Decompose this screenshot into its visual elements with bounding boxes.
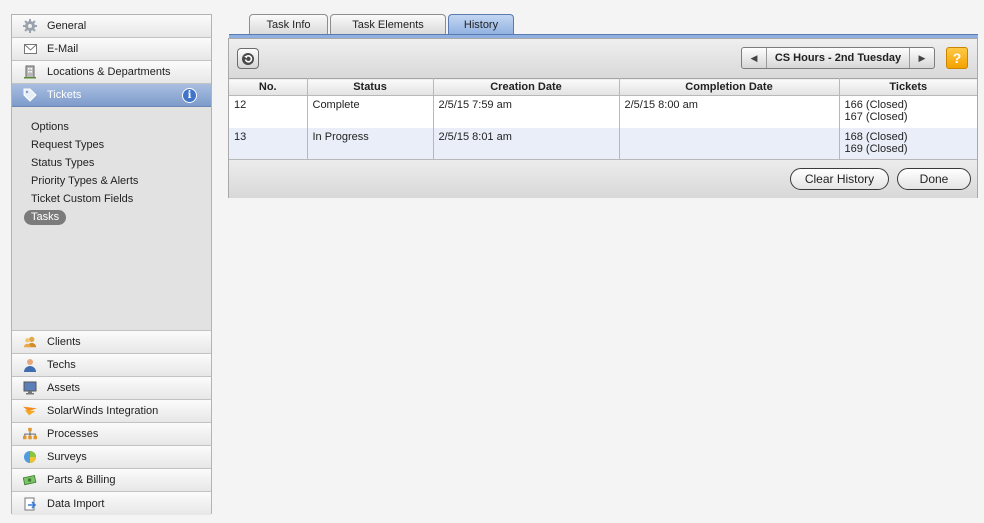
back-button[interactable] bbox=[237, 48, 259, 69]
panel-toolbar: ◀ CS Hours - 2nd Tuesday ▶ ? bbox=[229, 39, 977, 78]
cell-no: 12 bbox=[229, 95, 308, 128]
cell-status: In Progress bbox=[306, 127, 434, 160]
clients-icon bbox=[23, 335, 37, 349]
sidebar-item-label: E-Mail bbox=[47, 43, 79, 55]
cell-no: 13 bbox=[229, 127, 308, 160]
envelope-icon bbox=[23, 42, 37, 56]
help-button[interactable]: ? bbox=[946, 47, 968, 69]
next-task-button[interactable]: ▶ bbox=[909, 48, 934, 68]
history-table: No. Status Creation Date Completion Date… bbox=[229, 78, 977, 160]
sidebar-item-assets[interactable]: Assets bbox=[12, 377, 211, 400]
subnav-item-tasks[interactable]: Tasks bbox=[12, 208, 211, 226]
column-header-completion-date[interactable]: Completion Date bbox=[618, 78, 840, 96]
subnav-item-request-types[interactable]: Request Types bbox=[12, 136, 211, 154]
tickets-subnav: Options Request Types Status Types Prior… bbox=[12, 107, 211, 331]
sidebar-item-label: Surveys bbox=[47, 451, 87, 463]
org-chart-icon bbox=[23, 427, 37, 441]
sidebar-item-clients[interactable]: Clients bbox=[12, 331, 211, 354]
sidebar-item-label: Processes bbox=[47, 428, 99, 440]
clear-history-button[interactable]: Clear History bbox=[790, 168, 889, 190]
info-icon[interactable]: i bbox=[182, 88, 197, 103]
sidebar: General E-Mail Locations & Departments T… bbox=[11, 14, 212, 515]
sidebar-item-label: Parts & Billing bbox=[47, 474, 116, 486]
sidebar-item-label: Tickets bbox=[47, 89, 82, 101]
sidebar-item-data-import[interactable]: Data Import bbox=[12, 492, 211, 515]
tag-icon bbox=[23, 88, 37, 102]
sidebar-item-label: Data Import bbox=[47, 497, 105, 510]
sidebar-item-locations[interactable]: Locations & Departments bbox=[12, 61, 211, 84]
monitor-icon bbox=[23, 381, 37, 395]
panel-footer: Clear History Done bbox=[229, 160, 977, 198]
sidebar-item-label: Clients bbox=[47, 336, 81, 348]
task-navigator: ◀ CS Hours - 2nd Tuesday ▶ bbox=[741, 47, 935, 69]
sidebar-item-solarwinds[interactable]: SolarWinds Integration bbox=[12, 400, 211, 423]
building-icon bbox=[23, 65, 37, 79]
cell-tickets: 168 (Closed) 169 (Closed) bbox=[838, 127, 977, 160]
import-icon bbox=[23, 497, 37, 511]
tab-history[interactable]: History bbox=[448, 14, 514, 35]
table-row[interactable]: 13 In Progress 2/5/15 8:01 am 168 (Close… bbox=[229, 127, 977, 160]
gear-icon bbox=[23, 19, 37, 33]
column-header-status[interactable]: Status bbox=[306, 78, 434, 96]
ticket-link[interactable]: 168 (Closed) bbox=[845, 131, 973, 143]
sidebar-item-label: Assets bbox=[47, 382, 81, 394]
money-icon bbox=[23, 473, 37, 487]
history-panel: ◀ CS Hours - 2nd Tuesday ▶ ? No. Status … bbox=[228, 38, 978, 198]
tab-bar: Task Info Task Elements History bbox=[249, 14, 516, 35]
subnav-item-status-types[interactable]: Status Types bbox=[12, 154, 211, 172]
sidebar-item-label: SolarWinds Integration bbox=[47, 405, 159, 417]
table-header-row: No. Status Creation Date Completion Date… bbox=[229, 78, 977, 96]
cell-status: Complete bbox=[306, 95, 434, 128]
table-row[interactable]: 12 Complete 2/5/15 7:59 am 2/5/15 8:00 a… bbox=[229, 95, 977, 128]
cell-tickets: 166 (Closed) 167 (Closed) bbox=[838, 95, 977, 128]
done-button[interactable]: Done bbox=[897, 168, 971, 190]
cell-completion-date: 2/5/15 8:00 am bbox=[618, 95, 840, 128]
ticket-link[interactable]: 167 (Closed) bbox=[845, 111, 973, 123]
tab-task-info[interactable]: Task Info bbox=[249, 14, 328, 34]
ticket-link[interactable]: 169 (Closed) bbox=[845, 143, 973, 155]
cell-creation-date: 2/5/15 7:59 am bbox=[432, 95, 620, 128]
tab-task-elements[interactable]: Task Elements bbox=[330, 14, 446, 34]
tech-person-icon bbox=[23, 358, 37, 372]
sidebar-item-processes[interactable]: Processes bbox=[12, 423, 211, 446]
sidebar-item-surveys[interactable]: Surveys bbox=[12, 446, 211, 469]
current-task-name: CS Hours - 2nd Tuesday bbox=[774, 52, 902, 64]
ticket-link[interactable]: 166 (Closed) bbox=[845, 99, 973, 111]
column-header-creation-date[interactable]: Creation Date bbox=[432, 78, 620, 96]
solarwinds-icon bbox=[23, 404, 37, 418]
sidebar-item-label: Techs bbox=[47, 359, 76, 371]
triangle-right-icon: ▶ bbox=[918, 52, 926, 63]
pie-chart-icon bbox=[23, 450, 37, 464]
subnav-item-ticket-custom-fields[interactable]: Ticket Custom Fields bbox=[12, 190, 211, 208]
triangle-left-icon: ◀ bbox=[750, 52, 758, 63]
sidebar-item-label: Locations & Departments bbox=[47, 66, 171, 78]
sidebar-top-nav: General E-Mail Locations & Departments T… bbox=[12, 15, 211, 107]
sidebar-item-techs[interactable]: Techs bbox=[12, 354, 211, 377]
back-arrow-icon bbox=[242, 52, 254, 65]
column-header-no[interactable]: No. bbox=[229, 78, 308, 96]
previous-task-button[interactable]: ◀ bbox=[742, 48, 767, 68]
cell-creation-date: 2/5/15 8:01 am bbox=[432, 127, 620, 160]
sidebar-item-parts-billing[interactable]: Parts & Billing bbox=[12, 469, 211, 492]
sidebar-item-email[interactable]: E-Mail bbox=[12, 38, 211, 61]
column-header-tickets[interactable]: Tickets bbox=[838, 78, 977, 96]
sidebar-item-tickets[interactable]: Tickets i bbox=[12, 84, 211, 107]
subnav-item-priority-types[interactable]: Priority Types & Alerts bbox=[12, 172, 211, 190]
sidebar-bottom-nav: Clients Techs Assets SolarWinds Integrat… bbox=[12, 331, 211, 515]
sidebar-item-label: General bbox=[47, 20, 87, 32]
subnav-item-options[interactable]: Options bbox=[12, 118, 211, 136]
sidebar-item-general[interactable]: General bbox=[12, 15, 211, 38]
cell-completion-date bbox=[618, 127, 840, 160]
